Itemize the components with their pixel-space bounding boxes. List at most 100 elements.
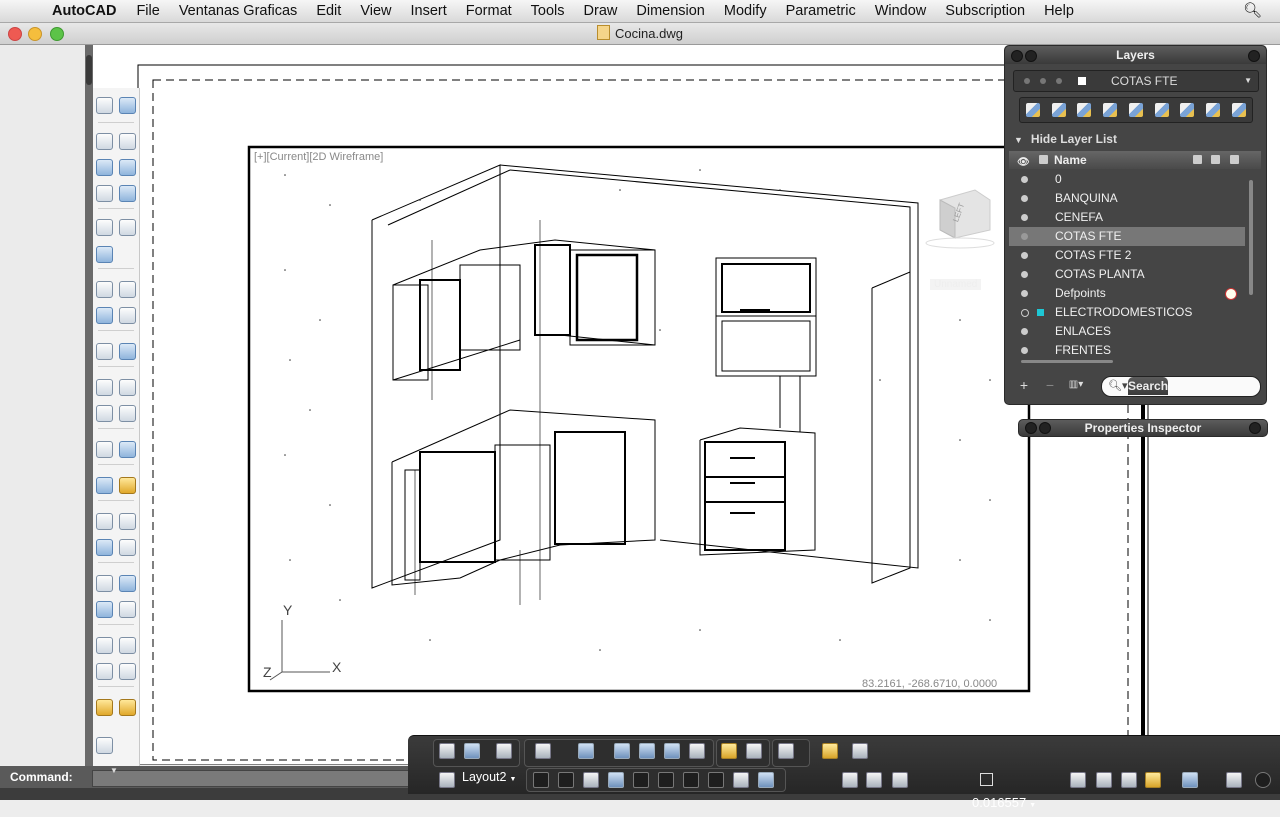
menu-ventanas-graficas[interactable]: Ventanas Graficas [179,3,298,19]
lineweight-icon[interactable] [731,770,751,790]
layer-on-all-icon[interactable] [1180,103,1195,117]
layer-visible-icon[interactable] [1021,214,1028,221]
spline-icon[interactable] [118,378,137,397]
orbit-icon[interactable] [118,96,137,115]
copy-icon[interactable] [95,574,114,593]
annotation-scale-icon[interactable] [1068,770,1088,790]
offset-icon[interactable] [118,600,137,619]
menu-tools[interactable]: Tools [531,3,565,19]
slice-icon[interactable] [95,280,114,299]
layer-off-icon[interactable] [1128,103,1143,117]
chamfer-icon[interactable] [118,662,137,681]
ucs-icon[interactable] [462,741,482,761]
layer-row[interactable]: CENEFA [1009,208,1245,227]
panel-close-button[interactable] [1011,50,1023,62]
no-plot-icon[interactable] [1225,288,1237,300]
current-layer-dropdown[interactable]: COTAS FTE ▼ [1013,70,1259,92]
clean-screen-icon[interactable] [1224,770,1244,790]
maximize-viewport-icon[interactable] [1180,770,1200,790]
properties-inspector-header[interactable]: Properties Inspector [1018,419,1268,437]
menu-help[interactable]: Help [1044,3,1074,19]
menu-modify[interactable]: Modify [724,3,767,19]
layer-row[interactable]: Defpoints [1009,284,1245,303]
mirror-icon[interactable] [95,600,114,619]
close-window-button[interactable] [8,27,22,41]
snap-mode-icon[interactable] [556,770,576,790]
menu-window[interactable]: Window [875,3,927,19]
freeze-column-icon[interactable] [1193,155,1202,164]
polar-tracking-icon[interactable] [631,770,651,790]
layer-color-swatch[interactable] [1037,309,1044,316]
hardware-acceleration-icon[interactable] [850,741,870,761]
minimize-window-button[interactable] [28,27,42,41]
layer-visible-icon[interactable] [1021,195,1028,202]
layer-list-hscrollbar[interactable] [1021,360,1113,363]
layer-visible-icon[interactable] [1021,176,1028,183]
infer-constraints-icon[interactable] [531,770,551,790]
rectangle-icon[interactable] [118,342,137,361]
visual-style-icon[interactable] [533,741,553,761]
measure-icon[interactable] [719,741,739,761]
layer-isolate-icon[interactable] [1103,103,1118,117]
layer-visible-icon[interactable] [1021,233,1028,240]
menu-draw[interactable]: Draw [584,3,618,19]
layer-lock-icon[interactable] [1206,103,1221,117]
fillet-icon[interactable] [95,662,114,681]
plot-column-icon[interactable] [1230,155,1239,164]
layer-row[interactable]: COTAS FTE 2 [1009,246,1245,265]
viewcube-toggle-icon[interactable] [890,770,910,790]
layer-row[interactable]: COTAS PLANTA [1009,265,1245,284]
block-icon[interactable] [95,736,114,755]
trim-icon[interactable] [95,636,114,655]
pan-hand-icon[interactable] [840,770,860,790]
layer-states-icon[interactable] [1025,103,1040,117]
menu-edit[interactable]: Edit [316,3,341,19]
pencil-icon[interactable] [118,476,137,495]
circle-icon[interactable] [95,440,114,459]
delete-layer-button[interactable]: − [1039,376,1061,394]
annotation-visibility-icon[interactable] [776,741,796,761]
extrude-icon[interactable] [95,158,114,177]
workspace-icon[interactable] [1119,770,1139,790]
rotate-3d-icon[interactable] [118,306,137,325]
layer-row[interactable]: ENLACES [1009,322,1245,341]
plan-view-icon[interactable] [662,741,682,761]
stretch-icon[interactable] [118,538,137,557]
region-icon[interactable] [118,440,137,459]
light-icon[interactable] [95,698,114,717]
layer-row[interactable]: ELECTRODOMESTICOS [1009,303,1245,322]
transparency-icon[interactable] [756,770,776,790]
layer-visible-icon[interactable] [1021,252,1028,259]
solid-edit-icon[interactable] [95,218,114,237]
menu-view[interactable]: View [360,3,391,19]
view-icon[interactable] [576,741,596,761]
layer-visible-icon[interactable] [1021,271,1028,278]
new-layer-button[interactable]: + [1013,376,1035,394]
union-icon[interactable] [95,245,114,264]
zoom-window-button[interactable] [50,27,64,41]
layout-tab-dropdown[interactable]: Layout2 ▼ [462,770,516,784]
lock-column-icon[interactable] [1211,155,1220,164]
crosshair-icon[interactable] [95,96,114,115]
layer-row[interactable]: FRENTES [1009,341,1245,360]
layer-row[interactable]: BANQUINA [1009,189,1245,208]
zoom-icon[interactable] [864,770,884,790]
layer-visible-icon[interactable] [1021,347,1028,354]
hide-layer-list-toggle[interactable]: ▼ Hide Layer List [1014,132,1117,146]
scale-icon[interactable] [95,538,114,557]
move-icon[interactable] [95,512,114,531]
snap-tracking-icon[interactable] [744,741,764,761]
viewport-scale-dropdown[interactable]: 0.016557 ▼ [972,768,1064,810]
lock-ui-icon[interactable] [1143,770,1163,790]
extend-icon[interactable] [118,636,137,655]
layer-list-scrollbar[interactable] [1249,180,1253,295]
presspull-icon[interactable] [118,158,137,177]
menu-parametric[interactable]: Parametric [786,3,856,19]
render-icon[interactable] [118,698,137,717]
sun-icon[interactable] [820,741,840,761]
ortho-mode-icon[interactable] [606,770,626,790]
panel-collapse-button[interactable] [1039,422,1051,434]
viewport-controls-label[interactable]: [+][Current][2D Wireframe] [254,151,383,163]
grid-display-icon[interactable] [581,770,601,790]
orbit-tool-icon[interactable] [494,741,514,761]
